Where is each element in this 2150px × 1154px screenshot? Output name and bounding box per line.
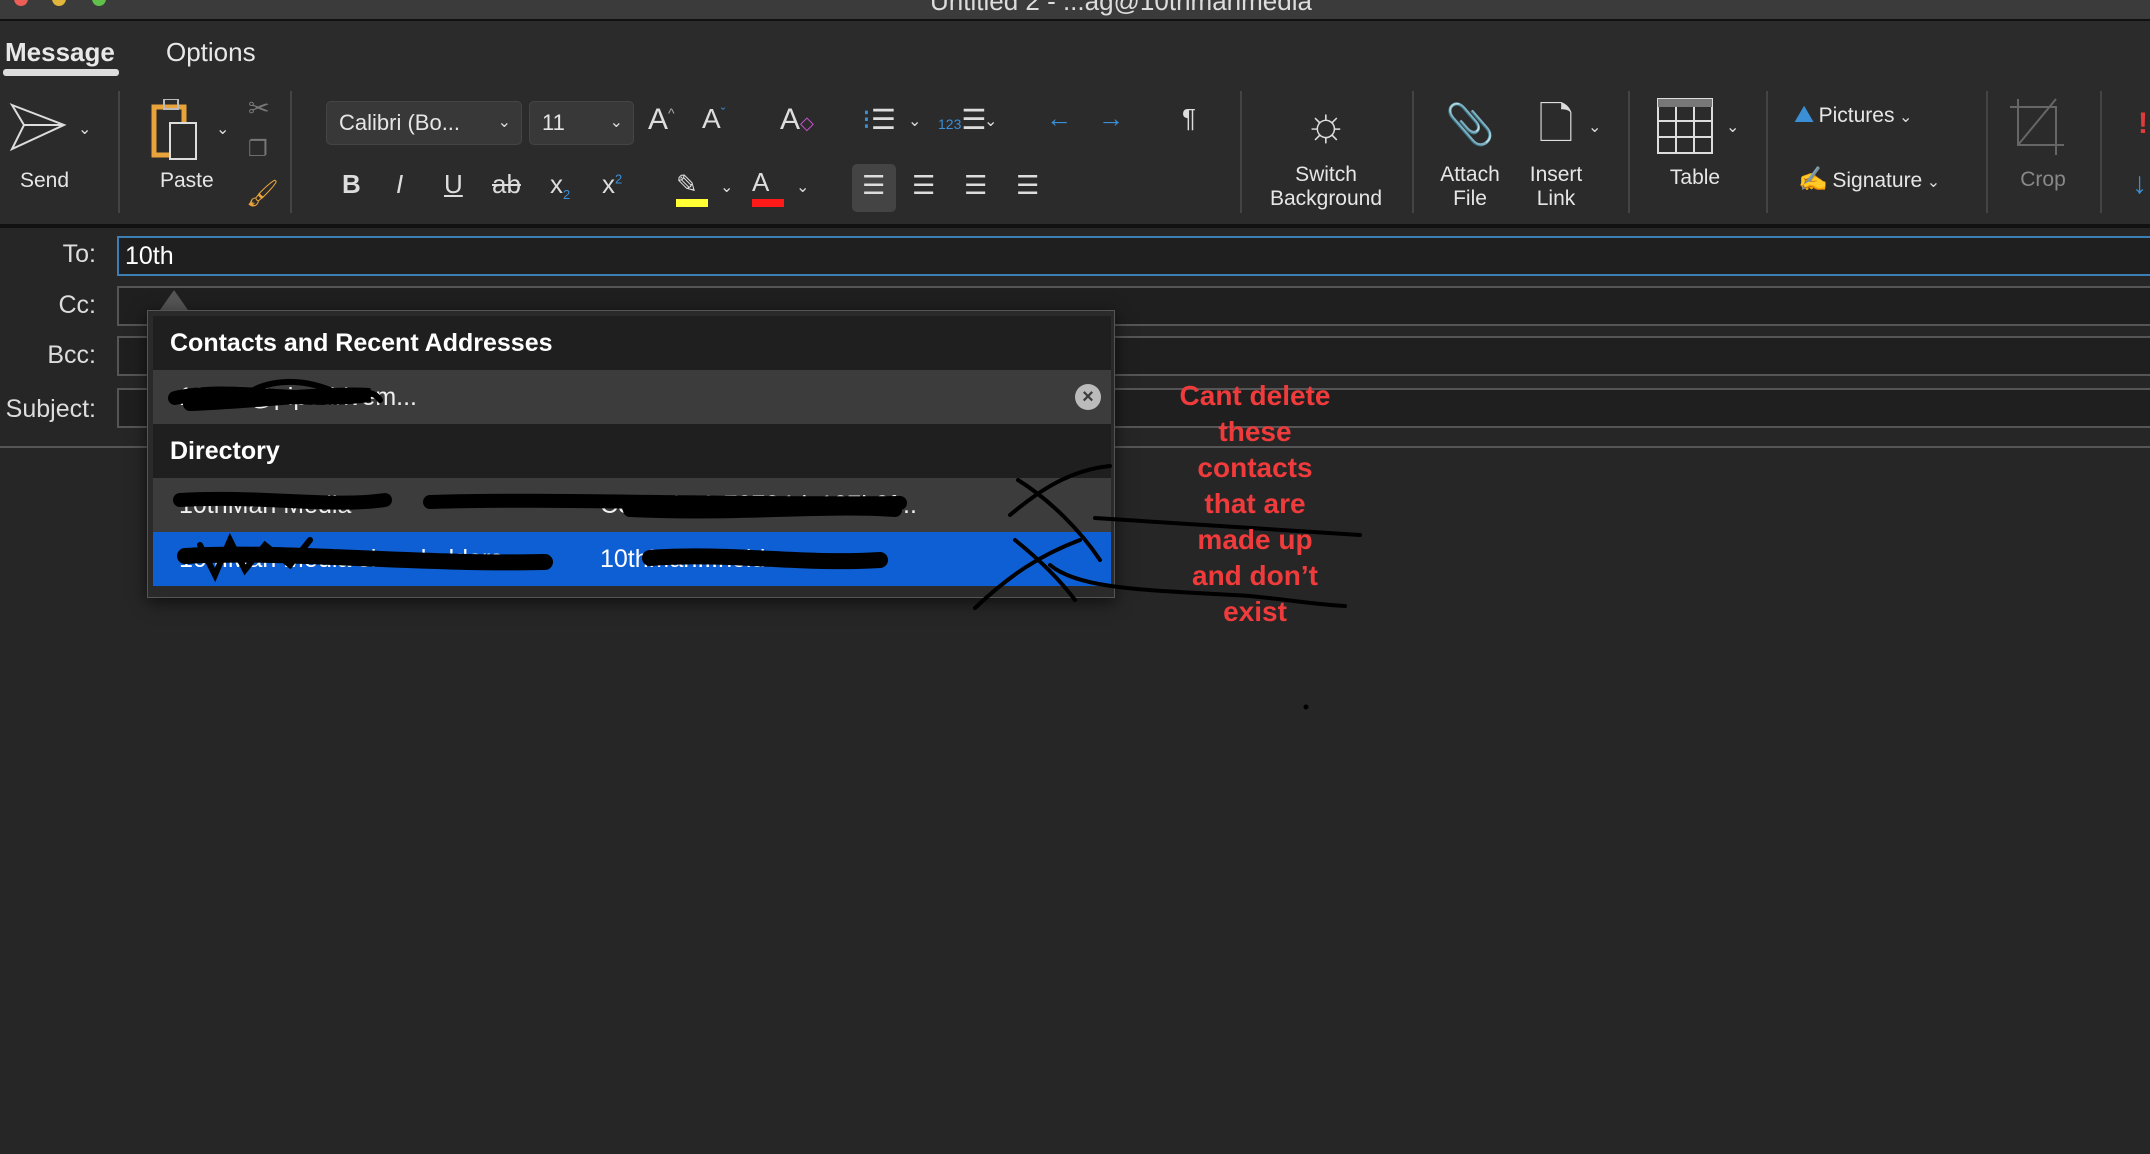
annotation-line: and don’t [1192, 560, 1318, 591]
annotation-scribbles [168, 379, 1362, 710]
redaction-mark [173, 491, 907, 519]
stray-dot [1303, 704, 1309, 710]
annotation-line: contacts [1197, 452, 1313, 483]
annotation-note: Cant delete these contacts that are made… [1130, 378, 1380, 630]
annotation-line: that are [1204, 488, 1306, 519]
annotation-line: made up [1197, 524, 1313, 555]
annotation-line: these [1218, 416, 1292, 447]
annotation-line: Cant delete [1179, 380, 1331, 411]
annotation-line: exist [1223, 596, 1287, 627]
